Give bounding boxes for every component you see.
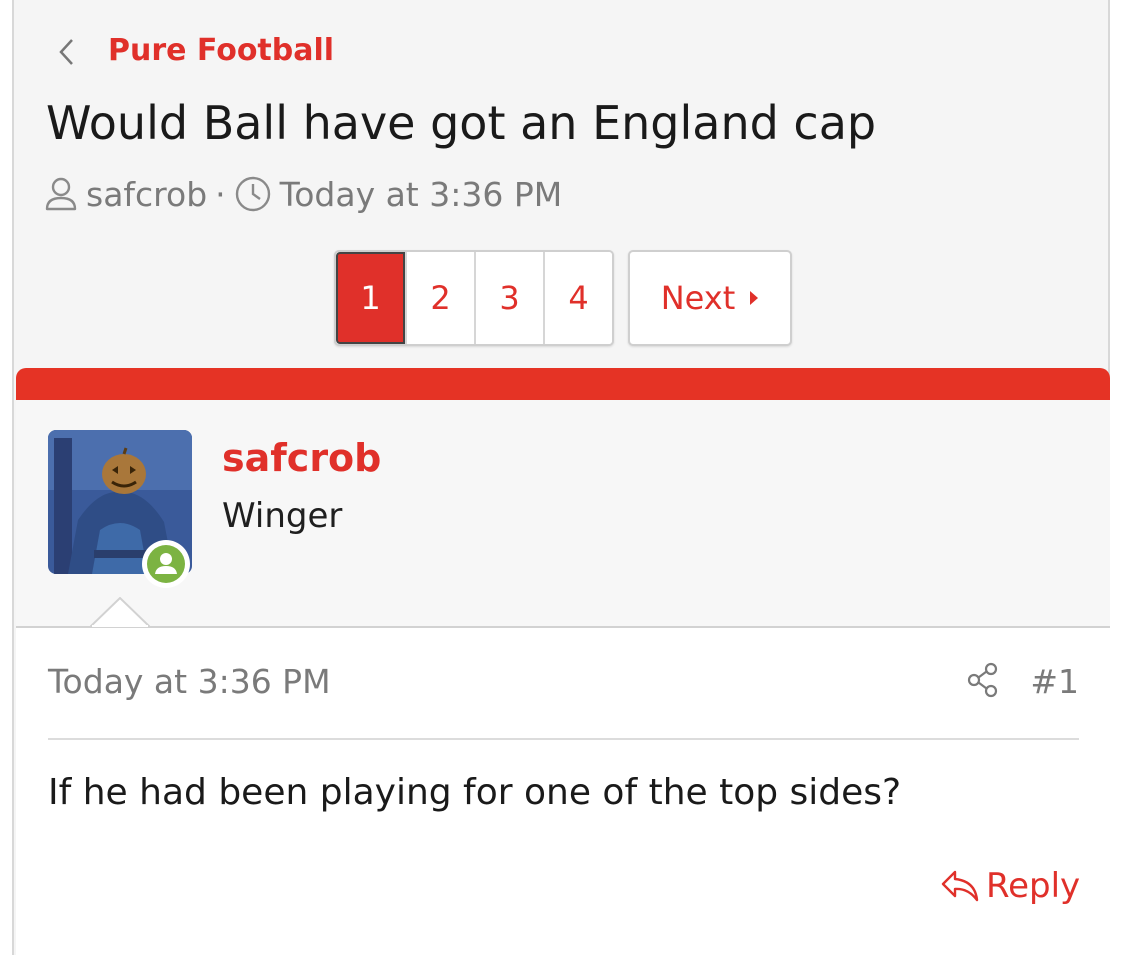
breadcrumb-forum-link[interactable]: Pure Football xyxy=(108,33,334,68)
page-buttons: 1 2 3 4 xyxy=(334,250,614,346)
thread-author[interactable]: safcrob xyxy=(86,175,207,214)
back-button[interactable] xyxy=(56,30,78,74)
thread-title: Would Ball have got an England cap xyxy=(46,96,877,150)
reply-label: Reply xyxy=(986,866,1081,906)
reply-icon xyxy=(941,870,979,902)
post-number-link[interactable]: #1 xyxy=(1030,662,1079,701)
page-4-button[interactable]: 4 xyxy=(543,252,612,344)
page-1-button[interactable]: 1 xyxy=(336,252,405,344)
user-icon xyxy=(45,177,77,211)
message-pointer xyxy=(90,597,150,627)
meta-separator: · xyxy=(215,174,226,214)
thread-date[interactable]: Today at 3:36 PM xyxy=(280,175,563,214)
online-status-badge xyxy=(142,540,190,588)
post: safcrob Winger Today at 3:36 PM #1 If he… xyxy=(16,368,1110,968)
post-username[interactable]: safcrob xyxy=(222,436,381,480)
page-2-button[interactable]: 2 xyxy=(405,252,474,344)
post-body: If he had been playing for one of the to… xyxy=(48,772,902,813)
page: Pure Football Would Ball have got an Eng… xyxy=(12,0,1110,968)
thread-meta: safcrob · Today at 3:36 PM xyxy=(44,172,562,216)
reply-button[interactable]: Reply xyxy=(940,866,1080,906)
pagination: 1 2 3 4 Next xyxy=(334,250,792,346)
next-page-button[interactable]: Next xyxy=(628,250,792,346)
caret-right-icon xyxy=(750,291,759,305)
post-header-bar xyxy=(16,368,1110,400)
share-icon[interactable] xyxy=(966,662,1000,698)
page-3-button[interactable]: 3 xyxy=(474,252,543,344)
post-user-title: Winger xyxy=(222,496,343,536)
clock-icon xyxy=(235,176,270,212)
post-date[interactable]: Today at 3:36 PM xyxy=(48,662,331,701)
chevron-left-icon[interactable] xyxy=(56,37,78,67)
online-user-icon xyxy=(147,545,185,583)
post-header: Today at 3:36 PM #1 xyxy=(48,628,1079,740)
next-label: Next xyxy=(660,279,736,317)
post-user-block: safcrob Winger xyxy=(16,400,1110,628)
